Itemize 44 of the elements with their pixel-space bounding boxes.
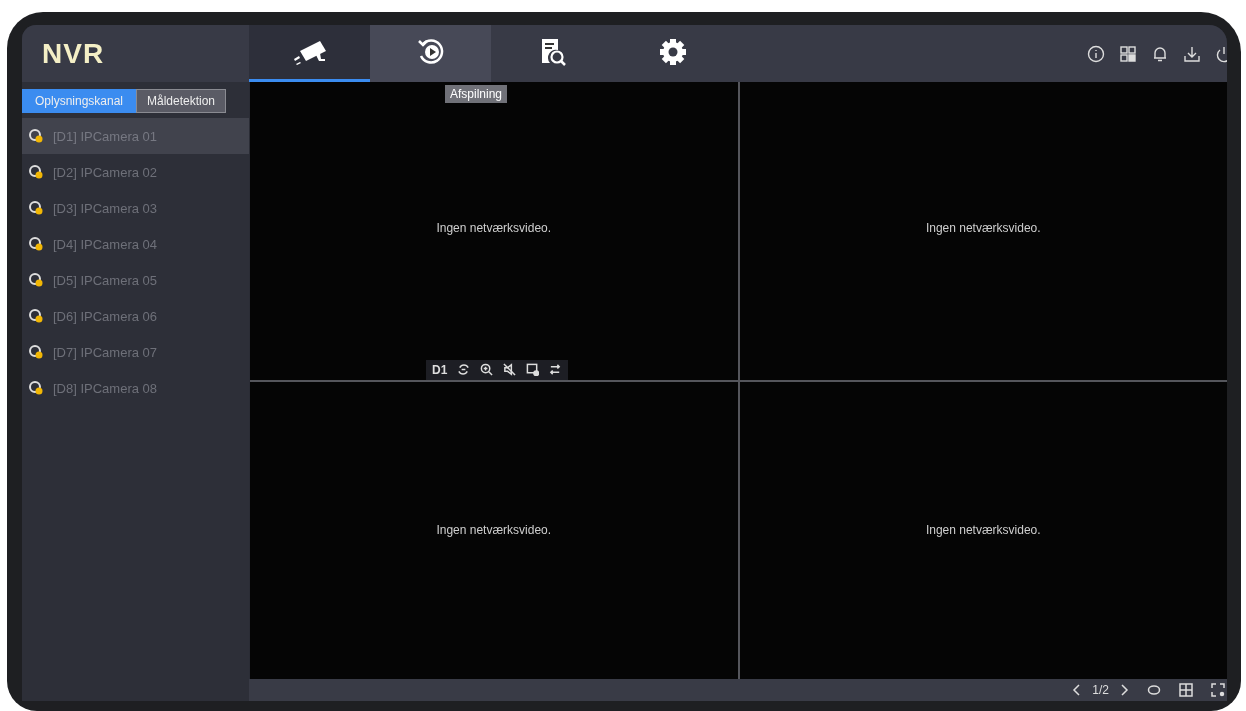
previous-icon[interactable] [1072, 684, 1083, 696]
video-tile[interactable]: Ingen netværksvideo. [739, 381, 1227, 679]
camera-status-icon [29, 165, 43, 179]
power-icon[interactable] [1215, 44, 1227, 63]
rotate-icon[interactable] [457, 363, 471, 376]
channel-item[interactable]: [D3] IPCamera 03 [22, 190, 249, 226]
channel-item[interactable]: [D6] IPCamera 06 [22, 298, 249, 334]
sidebar-tab[interactable]: Måldetektion [136, 89, 227, 113]
logo: NVR [42, 37, 105, 70]
camera-status-icon [29, 237, 43, 251]
video-tile[interactable]: Ingen netværksvideo. [250, 381, 738, 679]
camera-status-icon [29, 345, 43, 359]
bell-icon[interactable] [1151, 44, 1169, 63]
camera-status-icon [29, 273, 43, 287]
channel-label: D1 [432, 362, 448, 377]
no-video-message: Ingen netværksvideo. [436, 523, 552, 538]
download-icon[interactable] [1183, 44, 1201, 63]
cycle-icon[interactable] [1147, 683, 1161, 697]
camera-status-icon [29, 309, 43, 323]
page-indicator: 1/2 [1092, 683, 1109, 697]
next-icon[interactable] [1119, 684, 1129, 696]
qr-code-icon[interactable] [1119, 44, 1137, 63]
no-video-message: Ingen netværksvideo. [925, 220, 1041, 235]
zoom-icon[interactable] [480, 363, 494, 376]
live-tab[interactable] [249, 25, 370, 82]
channel-item[interactable]: [D8] IPCamera 08 [22, 370, 249, 406]
tooltip: Afspilning [445, 85, 508, 103]
camera-status-icon [29, 381, 43, 395]
channel-item[interactable]: [D4] IPCamera 04 [22, 226, 249, 262]
switch-icon[interactable] [549, 363, 563, 376]
grid-layout-icon[interactable] [1179, 683, 1193, 697]
video-tile[interactable]: Ingen netværksvideo. [739, 82, 1227, 380]
channel-item[interactable]: [D5] IPCamera 05 [22, 262, 249, 298]
camera-status-icon [29, 129, 43, 143]
sidebar-tab[interactable]: Oplysningskanal [22, 89, 136, 113]
no-video-message: Ingen netværksvideo. [436, 220, 552, 235]
info-icon[interactable] [1087, 44, 1105, 63]
channel-item[interactable]: [D7] IPCamera 07 [22, 334, 249, 370]
snapshot-icon[interactable] [526, 363, 540, 376]
no-video-message: Ingen netværksvideo. [925, 523, 1041, 538]
mute-icon[interactable] [503, 363, 517, 376]
camera-status-icon [29, 201, 43, 215]
channel-item[interactable]: [D2] IPCamera 02 [22, 154, 249, 190]
fullscreen-icon[interactable] [1211, 683, 1225, 697]
